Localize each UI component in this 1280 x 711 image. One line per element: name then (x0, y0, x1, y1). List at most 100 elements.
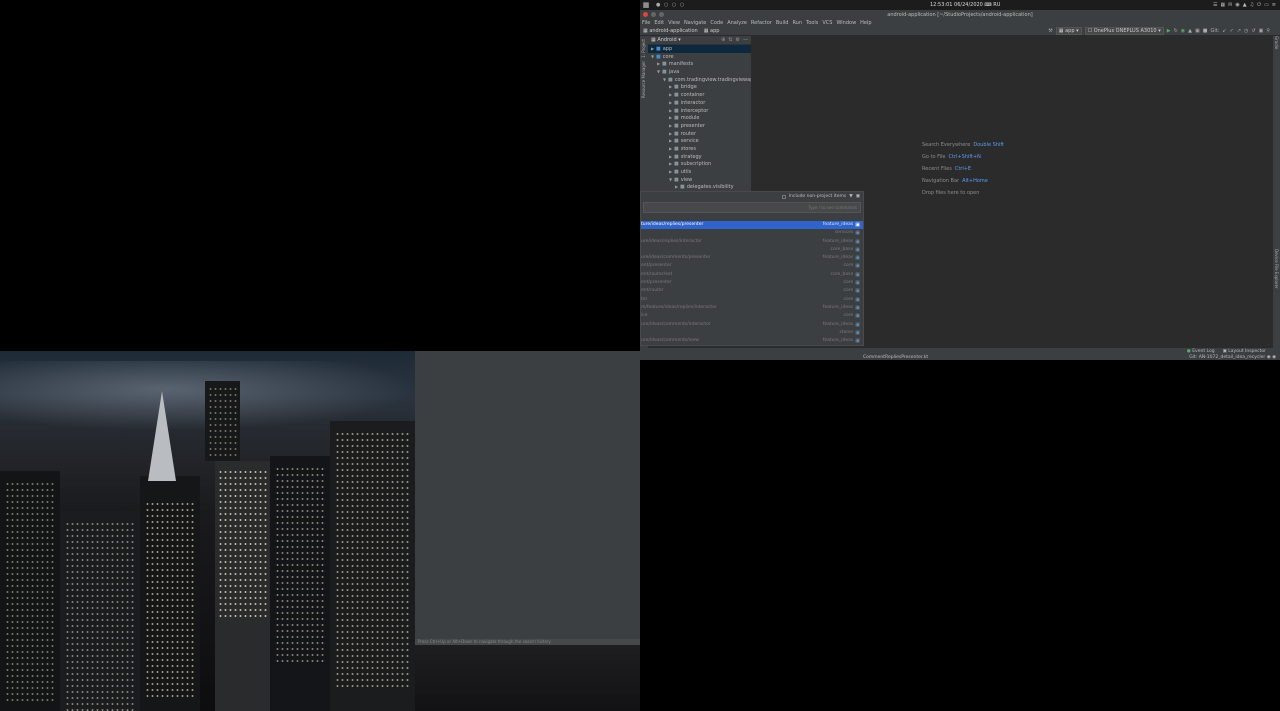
run-config-select[interactable]: ▦ app ▾ (1055, 27, 1082, 35)
lock-icon[interactable]: ◉ (1267, 355, 1271, 360)
search-result-item[interactable]: ure/ideas/comments/view feature_ideas ▣ (641, 337, 863, 345)
search-result-item[interactable]: ture/ideas/replies/presenter feature_idea… (641, 221, 863, 230)
tree-item-core[interactable]: ▼ ■ core (648, 53, 751, 61)
history-icon[interactable]: ◷ (1244, 28, 1248, 34)
menu-build[interactable]: Build (776, 20, 789, 26)
search-result-item[interactable]: ent/presenter core ▣ (641, 262, 863, 270)
git-label: Git: (1210, 28, 1220, 34)
breadcrumb-module[interactable]: ▦ app (704, 28, 720, 34)
volume-icon[interactable]: ♫ (1250, 2, 1254, 8)
search-icon[interactable]: ⚲ (1266, 28, 1270, 34)
search-result-item[interactable]: ent/router core ▣ (641, 287, 863, 295)
search-result-path: ure/ideas/replies/interactor (641, 238, 702, 244)
collapse-all-icon[interactable]: ⇅ (728, 37, 732, 43)
tree-item-view[interactable]: ▼ ■ view (648, 176, 751, 184)
gear-icon[interactable]: ⚙ (736, 37, 740, 43)
menu-run[interactable]: Run (792, 20, 802, 26)
search-result-item[interactable]: ice core ▣ (641, 312, 863, 320)
include-non-project-checkbox[interactable] (781, 194, 786, 199)
tree-item-bridge[interactable]: ▶ ■ bridge (648, 83, 751, 91)
power-icon[interactable]: ⏻ (1257, 2, 1261, 8)
notification-icon[interactable]: ≡ (1272, 2, 1276, 8)
undo-icon[interactable]: ↺ (1251, 28, 1255, 34)
search-result-item[interactable]: m/feature/ideas/replies/interactor featur… (641, 304, 863, 312)
breadcrumb-project[interactable]: ▦ android-application (643, 28, 698, 34)
tree-item-subscription[interactable]: ▶ ■ subscription (648, 160, 751, 168)
search-result-item[interactable]: ter core ▣ (641, 296, 863, 304)
tree-item-stores[interactable]: ▶ ■ stores (648, 145, 751, 153)
search-result-item[interactable]: services ▣ (641, 229, 863, 237)
tree-item-manifests[interactable]: ▶ ■ manifests (648, 60, 751, 68)
search-result-item[interactable]: ure/ideas/replies/interactor feature_idea… (641, 238, 863, 246)
run-icon[interactable]: ▶ (1167, 28, 1171, 34)
menu-edit[interactable]: Edit (654, 20, 664, 26)
sdk-manager-icon[interactable]: ▣ (1259, 28, 1264, 34)
search-input[interactable]: Type / to see commands (643, 202, 861, 213)
search-result-item[interactable]: core_base ▣ (641, 246, 863, 254)
preview-icon[interactable]: ▣ (856, 194, 860, 199)
hammer-icon[interactable]: ⚒ (1048, 28, 1052, 34)
app-grid-icon[interactable]: ▦ (640, 1, 652, 9)
device-file-explorer-tab[interactable]: Device File Explorer (1274, 249, 1279, 289)
profile-icon[interactable]: ▲ (1188, 28, 1192, 34)
folder-icon[interactable]: ▦ (1220, 2, 1225, 8)
inspector-icon[interactable]: ◉ (1272, 355, 1276, 360)
tree-item-module[interactable]: ▶ ■ module (648, 114, 751, 122)
tree-item-utils[interactable]: ▶ ■ utils (648, 168, 751, 176)
debug-icon[interactable]: ◉ (1181, 28, 1185, 34)
keyboard-layout[interactable]: RU (993, 2, 1000, 8)
menu-code[interactable]: Code (710, 20, 723, 26)
tree-item-java[interactable]: ▼ ■ java (648, 68, 751, 76)
tree-item-delegates-visibility[interactable]: ▶ ■ delegates.visibility (648, 183, 751, 191)
shield-icon[interactable]: ◉ (1235, 2, 1239, 8)
menu-tools[interactable]: Tools (806, 20, 818, 26)
keyboard-layout-icon[interactable]: ⌨ (984, 2, 991, 8)
workspace-indicator[interactable]: ● ○ ○ ○ (656, 2, 685, 8)
tree-item-com-tradingview-tradingviewapp-c[interactable]: ▼■com.tradingview.tradingviewapp.c (648, 76, 751, 84)
search-result-item[interactable]: stores ▣ (641, 329, 863, 337)
tree-item-strategy[interactable]: ▶ ■ strategy (648, 153, 751, 161)
network-icon[interactable]: ▲ (1243, 2, 1247, 8)
menu-window[interactable]: Window (836, 20, 856, 26)
hide-panel-icon[interactable]: — (743, 37, 748, 43)
locate-icon[interactable]: ⊕ (721, 37, 725, 43)
tree-item-presenter[interactable]: ▶ ■ presenter (648, 122, 751, 130)
battery-icon[interactable]: ▭ (1264, 2, 1269, 8)
gradle-tool-tab[interactable]: Gradle (1274, 36, 1279, 49)
tree-item-app[interactable]: ▶ ■ app (648, 45, 751, 53)
menu-help[interactable]: Help (860, 20, 871, 26)
menu-refactor[interactable]: Refactor (751, 20, 772, 26)
git-branch-widget[interactable]: Git: AN-1072_detail_idea_recycler ◉ ◉ (1189, 355, 1276, 360)
attach-icon[interactable]: ▣ (1195, 28, 1200, 34)
project-tool-tab[interactable]: 1: Project (641, 39, 646, 58)
include-non-project-label[interactable]: Include non-project items (789, 194, 846, 199)
search-result-item[interactable]: ure/ideas/comments/presenter feature_idea… (641, 254, 863, 262)
search-result-item[interactable]: ure/ideas/comments/interactor feature_ide… (641, 321, 863, 329)
tree-item-container[interactable]: ▶ ■ container (648, 91, 751, 99)
git-update-icon[interactable]: ↙ (1222, 28, 1226, 34)
menu-file[interactable]: File (642, 20, 650, 26)
chat-icon[interactable]: ✉ (1228, 2, 1232, 8)
menu-view[interactable]: View (668, 20, 680, 26)
git-commit-icon[interactable]: ✓ (1230, 28, 1234, 34)
menu-vcs[interactable]: VCS (822, 20, 832, 26)
project-view-select[interactable]: ▦ Android ▾ (651, 37, 681, 43)
git-push-icon[interactable]: ↗ (1237, 28, 1241, 34)
editor-hint-shortcut: Ctrl+Shift+N (948, 154, 981, 160)
filter-icon[interactable]: ▼ (849, 194, 852, 199)
menu-icon[interactable]: ☰ (1213, 2, 1217, 8)
tree-item-router[interactable]: ▶ ■ router (648, 130, 751, 138)
resource-manager-tab[interactable]: Resource Manager (641, 61, 646, 98)
menu-analyze[interactable]: Analyze (727, 20, 747, 26)
device-select[interactable]: ☐ OnePlus ONEPLUS A3010 ▾ (1084, 27, 1164, 35)
stop-icon[interactable]: ■ (1203, 28, 1208, 34)
tree-item-service[interactable]: ▶ ■ service (648, 137, 751, 145)
tree-item-interceptor[interactable]: ▶ ■ interceptor (648, 107, 751, 115)
layout-inspector-button[interactable]: ▣ Layout Inspector (1223, 349, 1266, 354)
search-result-item[interactable]: ent/router/ext core_base ▣ (641, 271, 863, 279)
tree-item-interactor[interactable]: ▶ ■ interactor (648, 99, 751, 107)
rerun-icon[interactable]: ↻ (1174, 28, 1178, 34)
menu-navigate[interactable]: Navigate (684, 20, 706, 26)
search-result-item[interactable]: ent/presenter core ▣ (641, 279, 863, 287)
event-log-button[interactable]: ● Event Log (1187, 349, 1215, 354)
